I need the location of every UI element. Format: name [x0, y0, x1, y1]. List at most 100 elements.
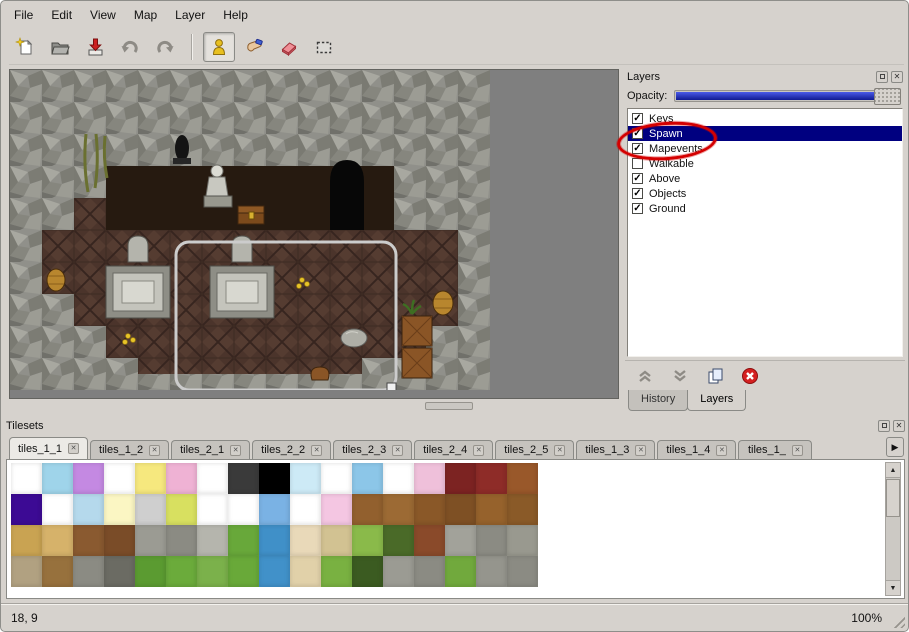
delete-layer-button[interactable]: [740, 366, 760, 386]
tile-2-6[interactable]: [197, 525, 228, 556]
layer-checkbox-objects[interactable]: ✓: [632, 188, 643, 199]
tile-1-8[interactable]: [259, 494, 290, 525]
tile-0-3[interactable]: [104, 463, 135, 494]
layer-row-walkable[interactable]: Walkable: [628, 156, 902, 171]
tile-0-7[interactable]: [228, 463, 259, 494]
tab-close-icon[interactable]: ✕: [311, 445, 322, 456]
tab-close-icon[interactable]: ✕: [792, 445, 803, 456]
tile-0-11[interactable]: [352, 463, 383, 494]
tile-3-5[interactable]: [166, 556, 197, 587]
tile-1-10[interactable]: [321, 494, 352, 525]
new-file-button[interactable]: [9, 32, 41, 62]
tile-0-1[interactable]: [42, 463, 73, 494]
tile-2-10[interactable]: [321, 525, 352, 556]
tileset-tab-tiles_2_4[interactable]: tiles_2_4✕: [414, 440, 493, 459]
open-button[interactable]: [44, 32, 76, 62]
float-tilesets-button[interactable]: [878, 420, 890, 432]
tileset-tab-tiles_1_3[interactable]: tiles_1_3✕: [576, 440, 655, 459]
tileset-tab-tiles_2_3[interactable]: tiles_2_3✕: [333, 440, 412, 459]
tile-2-0[interactable]: [11, 525, 42, 556]
close-panel-button[interactable]: ✕: [891, 71, 903, 83]
menu-map[interactable]: Map: [125, 5, 166, 25]
tile-1-1[interactable]: [42, 494, 73, 525]
tile-3-8[interactable]: [259, 556, 290, 587]
tile-3-14[interactable]: [445, 556, 476, 587]
menu-edit[interactable]: Edit: [42, 5, 81, 25]
menu-layer[interactable]: Layer: [166, 5, 214, 25]
tile-1-7[interactable]: [228, 494, 259, 525]
undo-button[interactable]: [114, 32, 146, 62]
layer-checkbox-keys[interactable]: ✓: [632, 113, 643, 124]
tile-3-4[interactable]: [135, 556, 166, 587]
tile-2-5[interactable]: [166, 525, 197, 556]
tile-1-5[interactable]: [166, 494, 197, 525]
scroll-down-button[interactable]: ▼: [886, 580, 900, 595]
tileset-tab-tiles_2_2[interactable]: tiles_2_2✕: [252, 440, 331, 459]
tile-2-11[interactable]: [352, 525, 383, 556]
tile-1-9[interactable]: [290, 494, 321, 525]
map-hscrollbar-thumb[interactable]: [425, 402, 473, 410]
tab-close-icon[interactable]: ✕: [149, 445, 160, 456]
tile-1-3[interactable]: [104, 494, 135, 525]
tab-close-icon[interactable]: ✕: [392, 445, 403, 456]
tile-0-15[interactable]: [476, 463, 507, 494]
tile-0-5[interactable]: [166, 463, 197, 494]
tile-3-15[interactable]: [476, 556, 507, 587]
tile-0-14[interactable]: [445, 463, 476, 494]
tile-1-6[interactable]: [197, 494, 228, 525]
tile-2-15[interactable]: [476, 525, 507, 556]
tab-close-icon[interactable]: ✕: [716, 445, 727, 456]
map-hscrollbar[interactable]: [9, 401, 619, 411]
tile-3-6[interactable]: [197, 556, 228, 587]
tile-3-2[interactable]: [73, 556, 104, 587]
tab-layers[interactable]: Layers: [687, 390, 746, 411]
tile-3-12[interactable]: [383, 556, 414, 587]
tile-2-3[interactable]: [104, 525, 135, 556]
move-layer-up-button[interactable]: [635, 366, 655, 386]
player-tool-button[interactable]: [203, 32, 235, 62]
tab-close-icon[interactable]: ✕: [473, 445, 484, 456]
close-tilesets-button[interactable]: ✕: [893, 420, 905, 432]
tile-1-2[interactable]: [73, 494, 104, 525]
eraser-tool-button[interactable]: [273, 32, 305, 62]
resize-grip-icon[interactable]: [891, 614, 905, 628]
tile-2-8[interactable]: [259, 525, 290, 556]
tile-3-11[interactable]: [352, 556, 383, 587]
opacity-slider-handle[interactable]: [874, 88, 901, 105]
tile-3-13[interactable]: [414, 556, 445, 587]
redo-button[interactable]: [149, 32, 181, 62]
tile-0-13[interactable]: [414, 463, 445, 494]
tab-close-icon[interactable]: ✕: [230, 445, 241, 456]
tile-3-0[interactable]: [11, 556, 42, 587]
layer-row-spawn[interactable]: ✓Spawn: [628, 126, 902, 141]
tile-2-2[interactable]: [73, 525, 104, 556]
tile-0-0[interactable]: [11, 463, 42, 494]
layer-row-ground[interactable]: ✓Ground: [628, 201, 902, 216]
layer-checkbox-mapevents[interactable]: ✓: [632, 143, 643, 154]
tile-3-3[interactable]: [104, 556, 135, 587]
tile-2-16[interactable]: [507, 525, 538, 556]
tile-2-7[interactable]: [228, 525, 259, 556]
tile-3-1[interactable]: [42, 556, 73, 587]
tile-2-14[interactable]: [445, 525, 476, 556]
move-layer-down-button[interactable]: [670, 366, 690, 386]
layer-row-mapevents[interactable]: ✓Mapevents: [628, 141, 902, 156]
tile-1-14[interactable]: [445, 494, 476, 525]
float-panel-button[interactable]: [876, 71, 888, 83]
tileset-tab-tiles_2_1[interactable]: tiles_2_1✕: [171, 440, 250, 459]
layer-row-objects[interactable]: ✓Objects: [628, 186, 902, 201]
layer-checkbox-spawn[interactable]: ✓: [632, 128, 643, 139]
brush-tool-button[interactable]: [238, 32, 270, 62]
layer-row-keys[interactable]: ✓Keys: [628, 111, 902, 126]
tab-close-icon[interactable]: ✕: [68, 443, 79, 454]
tile-0-12[interactable]: [383, 463, 414, 494]
tile-1-0[interactable]: [11, 494, 42, 525]
tab-close-icon[interactable]: ✕: [635, 445, 646, 456]
tile-1-12[interactable]: [383, 494, 414, 525]
tab-close-icon[interactable]: ✕: [554, 445, 565, 456]
tileset-tab-tiles_1_1[interactable]: tiles_1_1✕: [9, 437, 88, 459]
tile-3-10[interactable]: [321, 556, 352, 587]
tileset-tab-tiles_2_5[interactable]: tiles_2_5✕: [495, 440, 574, 459]
tile-0-2[interactable]: [73, 463, 104, 494]
tile-3-16[interactable]: [507, 556, 538, 587]
